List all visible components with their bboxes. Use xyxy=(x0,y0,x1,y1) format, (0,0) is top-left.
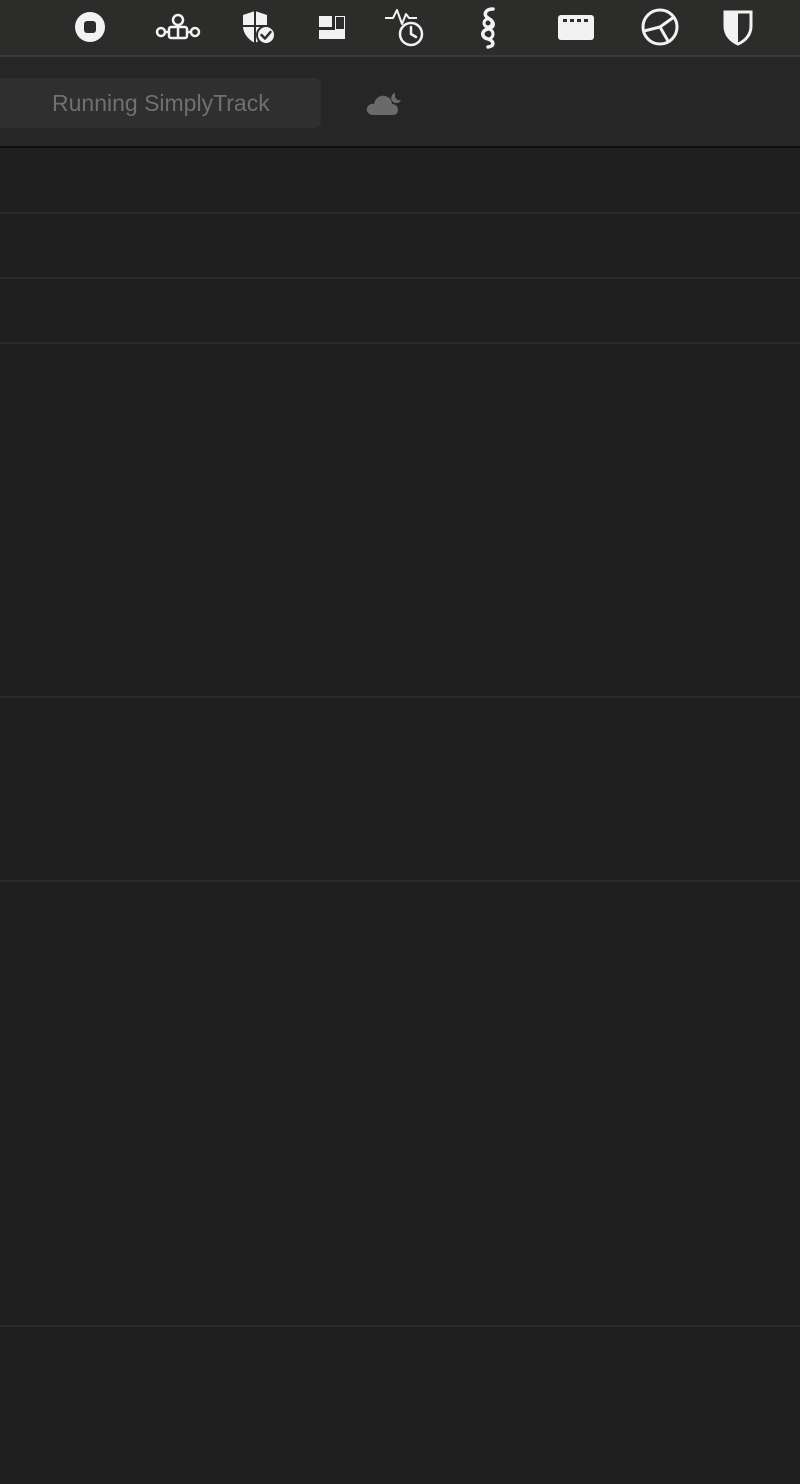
window-layout-icon[interactable] xyxy=(312,7,352,47)
keyboard-display-icon[interactable] xyxy=(556,7,596,47)
globe-network-icon[interactable] xyxy=(640,7,680,47)
list-row[interactable] xyxy=(0,698,800,882)
activity-timer-icon[interactable] xyxy=(383,7,429,47)
snake-script-icon[interactable] xyxy=(468,7,508,49)
privacy-shield-icon[interactable] xyxy=(718,7,758,47)
list-row[interactable] xyxy=(0,882,800,1327)
main-content xyxy=(0,148,800,1484)
menu-bar xyxy=(0,0,800,57)
app-toolbar: Running SimplyTrack xyxy=(0,57,800,148)
shield-check-icon[interactable] xyxy=(238,7,278,47)
cloud-moon-icon[interactable] xyxy=(362,85,406,121)
list-row[interactable] xyxy=(0,344,800,698)
record-stop-icon[interactable] xyxy=(70,7,110,47)
list-row[interactable] xyxy=(0,148,800,214)
list-row[interactable] xyxy=(0,279,800,344)
status-field[interactable]: Running SimplyTrack xyxy=(0,78,321,128)
list-row[interactable] xyxy=(0,214,800,279)
status-text: Running SimplyTrack xyxy=(52,90,270,116)
network-nodes-icon[interactable] xyxy=(155,7,201,47)
